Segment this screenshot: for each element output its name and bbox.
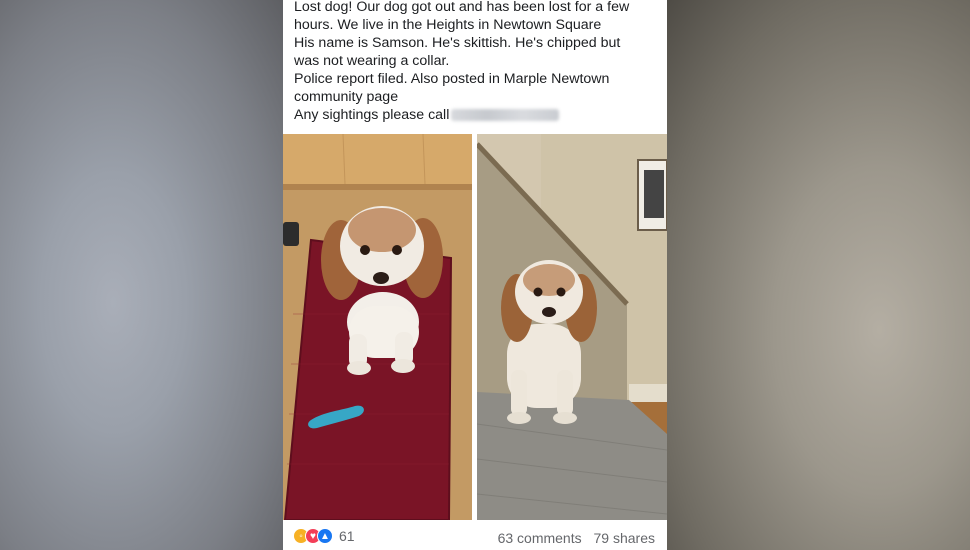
post-text-line: His name is Samson. He's skittish. He's …	[294, 35, 621, 51]
post-stats: 63 comments 79 shares	[498, 530, 655, 546]
facebook-post: Lost dog! Our dog got out and has been l…	[283, 0, 667, 550]
post-text: Lost dog! Our dog got out and has been l…	[294, 0, 664, 124]
post-text-line: Police report filed. Also posted in Marp…	[294, 71, 610, 87]
photo-dog-by-stairs[interactable]	[477, 134, 667, 520]
like-icon: ▲	[317, 528, 333, 544]
post-text-line: community page	[294, 89, 399, 105]
post-text-line-call: Any sightings please call	[294, 106, 664, 124]
dog-by-stairs-illustration	[477, 134, 667, 520]
blurred-phone-number	[451, 109, 560, 122]
post-text-line: Any sightings please call	[294, 107, 450, 123]
reaction-count: 61	[339, 528, 355, 544]
comments-count-link[interactable]: 63 comments	[498, 530, 582, 546]
blurred-background-left	[0, 0, 283, 550]
post-text-line: was not wearing a collar.	[294, 53, 450, 69]
shares-count-link[interactable]: 79 shares	[594, 530, 655, 546]
photo-grid	[283, 134, 667, 520]
photo-dog-on-mat[interactable]	[283, 134, 472, 520]
reactions-summary[interactable]: ◦ ♥ ▲ 61	[293, 528, 355, 544]
dog-on-mat-illustration	[283, 134, 472, 520]
blurred-background-right	[667, 0, 970, 550]
post-text-line: hours. We live in the Heights in Newtown…	[294, 17, 602, 33]
post-footer: ◦ ♥ ▲ 61 63 comments 79 shares	[283, 522, 667, 550]
post-text-line: Lost dog! Our dog got out and has been l…	[294, 0, 630, 15]
